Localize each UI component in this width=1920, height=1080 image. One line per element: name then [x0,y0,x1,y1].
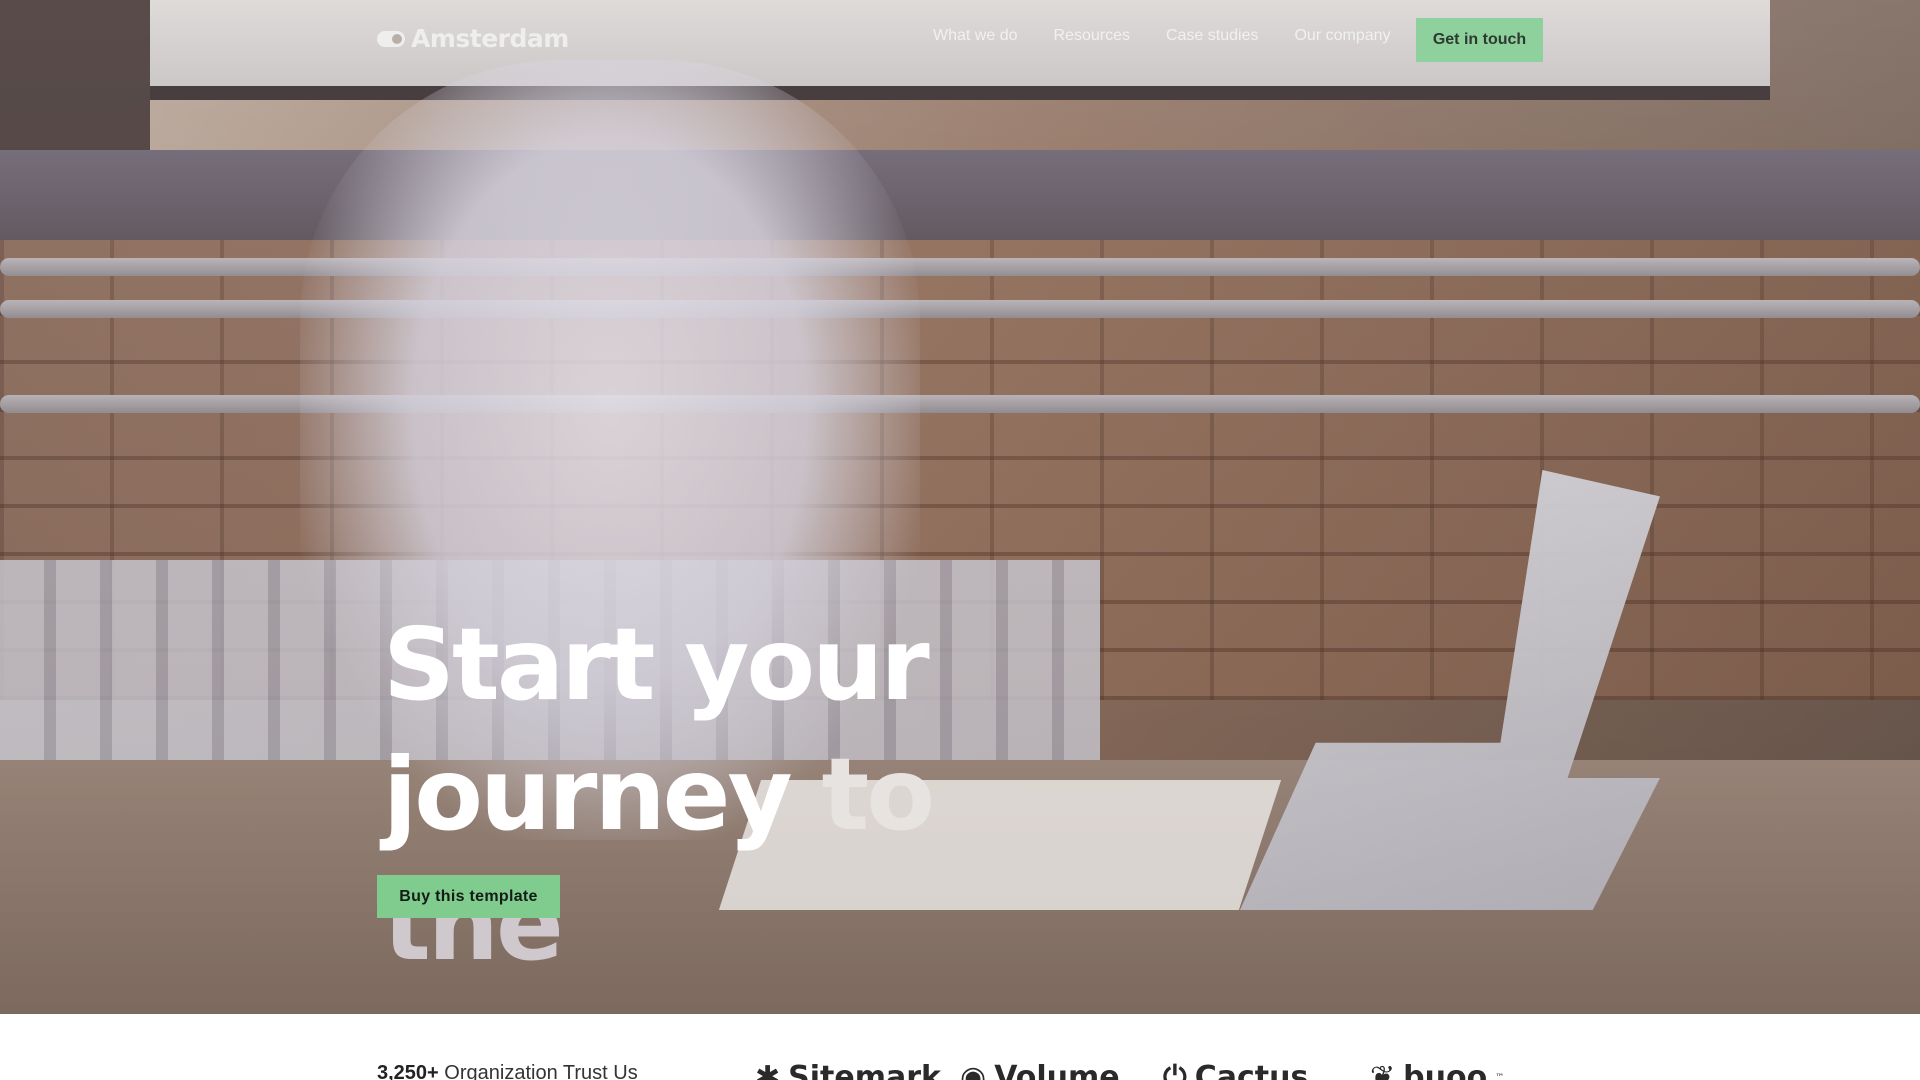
get-in-touch-button[interactable]: Get in touch [1416,18,1543,62]
headline-part-2: to [821,736,936,853]
trust-label: Organization Trust Us [444,1062,638,1080]
brand-logo-volume: ◉ Volume [960,1060,1120,1080]
top-navigation: Amsterdam What we do Resources Case stud… [0,0,1920,80]
hero-section: Amsterdam What we do Resources Case stud… [0,0,1920,1014]
buy-template-button[interactable]: Buy this template [377,875,560,918]
brand-logo[interactable]: Amsterdam [377,24,569,53]
asterisk-logo-icon: ✱ [755,1059,781,1080]
nav-links: What we do Resources Case studies Our co… [933,27,1391,45]
trust-statement: 3,250+ Organization Trust Us [377,1062,638,1080]
nav-link-our-company[interactable]: Our company [1294,27,1390,45]
organization-count: 3,250+ [377,1062,439,1080]
toggle-logo-icon [377,30,405,47]
nav-link-what-we-do[interactable]: What we do [933,27,1017,45]
brand-name-cactus: Cactus [1194,1060,1309,1080]
brand-logo-buoo: ❦ buoo ™ [1370,1060,1504,1080]
nav-link-resources[interactable]: Resources [1053,27,1129,45]
power-logo-icon: ⏻ [1163,1059,1187,1080]
brand-name: Amsterdam [411,24,569,53]
nav-link-case-studies[interactable]: Case studies [1166,27,1259,45]
brand-name-sitemark: Sitemark [788,1060,941,1080]
brand-logo-cactus: ⏻ Cactus [1163,1060,1308,1080]
leaf-logo-icon: ❦ [1370,1059,1396,1080]
brand-logo-sitemark: ✱ Sitemark [755,1060,941,1080]
hero-headline: Start your journey to the [383,600,1333,990]
trust-strip: 3,250+ Organization Trust Us ✱ Sitemark … [0,1014,1920,1080]
brand-name-buoo: buoo [1403,1060,1488,1080]
brand-name-volume: Volume [994,1060,1120,1080]
circle-logo-icon: ◉ [960,1059,987,1080]
trademark-mark: ™ [1495,1072,1505,1080]
